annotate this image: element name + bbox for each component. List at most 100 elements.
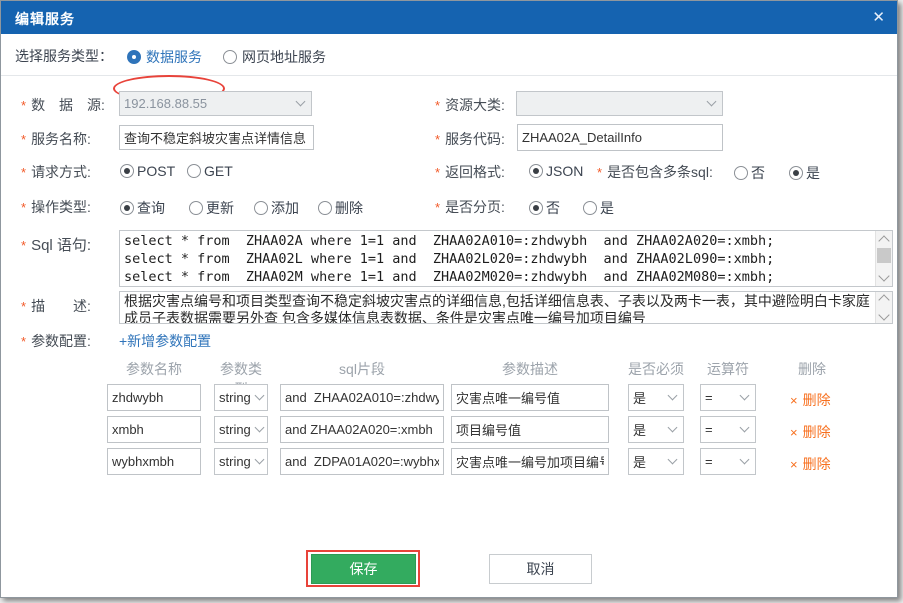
chevron-down-icon (668, 390, 678, 400)
multi-sql-label: *是否包含多条sql: (597, 162, 713, 182)
param-name-input[interactable] (107, 416, 201, 443)
dialog-title: 编辑服务 (15, 9, 75, 29)
radio-op-delete[interactable]: 删除 (318, 198, 363, 218)
radio-icon[interactable] (254, 201, 268, 215)
sql-label: *Sql 语句: (21, 234, 91, 255)
data-source-label: *数 据 源: (21, 95, 105, 115)
resource-category-label: *资源大类: (435, 95, 505, 115)
service-code-input[interactable] (517, 124, 723, 151)
radio-icon[interactable] (223, 50, 237, 64)
radio-webpage-service[interactable]: 网页地址服务 (223, 47, 326, 67)
radio-paging-yes[interactable]: 是 (583, 198, 614, 218)
save-button[interactable]: 保存 (311, 554, 416, 584)
param-type-select[interactable]: string (214, 416, 268, 443)
scrollbar-thumb[interactable] (877, 248, 891, 263)
description-textarea[interactable]: 根据灾害点编号和项目类型查询不稳定斜坡灾害点的详细信息,包括详细信息表、子表以及… (119, 291, 893, 324)
param-desc-input[interactable] (451, 448, 609, 475)
param-type-select[interactable]: string (214, 448, 268, 475)
radio-multisql-no[interactable]: 否 (734, 163, 765, 183)
radio-icon[interactable] (734, 166, 748, 180)
param-sql-input[interactable] (280, 416, 444, 443)
delete-param-link[interactable]: ×删除 (790, 422, 831, 442)
param-required-select[interactable]: 是 (628, 384, 684, 411)
param-operator-select[interactable]: = (700, 416, 756, 443)
chevron-down-icon (668, 454, 678, 464)
return-format-label: *返回格式: (435, 162, 505, 182)
radio-get[interactable]: GET (187, 163, 233, 179)
radio-icon[interactable] (789, 166, 803, 180)
param-name-input[interactable] (107, 384, 201, 411)
radio-icon[interactable] (127, 50, 141, 64)
param-sql-input[interactable] (280, 384, 444, 411)
delete-param-link[interactable]: ×删除 (790, 454, 831, 474)
chevron-down-icon (740, 454, 750, 464)
param-config-label: *参数配置: (21, 331, 91, 351)
sql-textarea[interactable]: select * from ZHAA02A where 1=1 and ZHAA… (119, 230, 893, 287)
radio-op-add[interactable]: 添加 (254, 198, 299, 218)
param-desc-input[interactable] (451, 416, 609, 443)
radio-data-service[interactable]: 数据服务 (127, 47, 202, 67)
scroll-down-icon[interactable] (878, 270, 889, 281)
description-label: *描 述: (21, 296, 91, 316)
add-param-link[interactable]: +新增参数配置 (119, 331, 211, 351)
radio-icon[interactable] (529, 164, 543, 178)
header-param-desc: 参数描述 (451, 359, 609, 379)
param-sql-input[interactable] (280, 448, 444, 475)
header-delete: 删除 (784, 359, 840, 379)
header-param-name: 参数名称 (107, 359, 201, 379)
radio-op-query[interactable]: 查询 (120, 198, 165, 218)
radio-icon[interactable] (189, 201, 203, 215)
param-desc-input[interactable] (451, 384, 609, 411)
dialog-titlebar: 编辑服务 ✕ (1, 1, 897, 34)
service-type-label: 选择服务类型： (15, 46, 113, 66)
close-icon[interactable]: ✕ (872, 8, 885, 26)
pagination-label: *是否分页: (435, 197, 505, 217)
x-icon: × (790, 393, 798, 408)
scroll-up-icon[interactable] (878, 235, 889, 246)
param-operator-select[interactable]: = (700, 448, 756, 475)
radio-icon[interactable] (529, 201, 543, 215)
param-operator-select[interactable]: = (700, 384, 756, 411)
resource-category-select[interactable] (516, 91, 723, 116)
radio-paging-no[interactable]: 否 (529, 198, 560, 218)
description-scrollbar[interactable] (875, 292, 892, 323)
service-code-label: *服务代码: (435, 129, 505, 149)
param-type-select[interactable]: string (214, 384, 268, 411)
radio-icon[interactable] (187, 164, 201, 178)
data-source-select[interactable]: 192.168.88.55 (119, 91, 312, 116)
radio-icon[interactable] (583, 201, 597, 215)
radio-icon[interactable] (120, 164, 134, 178)
radio-icon[interactable] (120, 201, 134, 215)
delete-param-link[interactable]: ×删除 (790, 390, 831, 410)
chevron-down-icon (296, 96, 306, 106)
service-name-label: *服务名称: (21, 129, 91, 149)
param-required-select[interactable]: 是 (628, 416, 684, 443)
cancel-button[interactable]: 取消 (489, 554, 592, 584)
chevron-down-icon (740, 422, 750, 432)
request-method-label: *请求方式: (21, 162, 91, 182)
service-type-row: 选择服务类型： 数据服务 网页地址服务 (1, 34, 897, 76)
radio-op-update[interactable]: 更新 (189, 198, 234, 218)
chevron-down-icon (668, 422, 678, 432)
operation-type-label: *操作类型: (21, 197, 91, 217)
radio-multisql-yes[interactable]: 是 (789, 163, 820, 183)
param-required-select[interactable]: 是 (628, 448, 684, 475)
chevron-down-icon (255, 422, 265, 432)
param-name-input[interactable] (107, 448, 201, 475)
sql-scrollbar[interactable] (875, 231, 892, 286)
x-icon: × (790, 425, 798, 440)
header-operator: 运算符 (700, 359, 756, 379)
x-icon: × (790, 457, 798, 472)
radio-json[interactable]: JSON (529, 163, 583, 179)
radio-post[interactable]: POST (120, 163, 175, 179)
chevron-down-icon (255, 390, 265, 400)
chevron-down-icon (740, 390, 750, 400)
chevron-down-icon (255, 454, 265, 464)
header-sql-fragment: sql片段 (280, 359, 444, 379)
edit-service-dialog: 编辑服务 ✕ 选择服务类型： 数据服务 网页地址服务 *数 据 源: 192.1… (0, 0, 898, 598)
header-required: 是否必须 (628, 359, 684, 379)
scroll-down-icon[interactable] (878, 309, 889, 320)
scroll-up-icon[interactable] (878, 294, 889, 305)
service-name-input[interactable] (119, 125, 314, 150)
radio-icon[interactable] (318, 201, 332, 215)
